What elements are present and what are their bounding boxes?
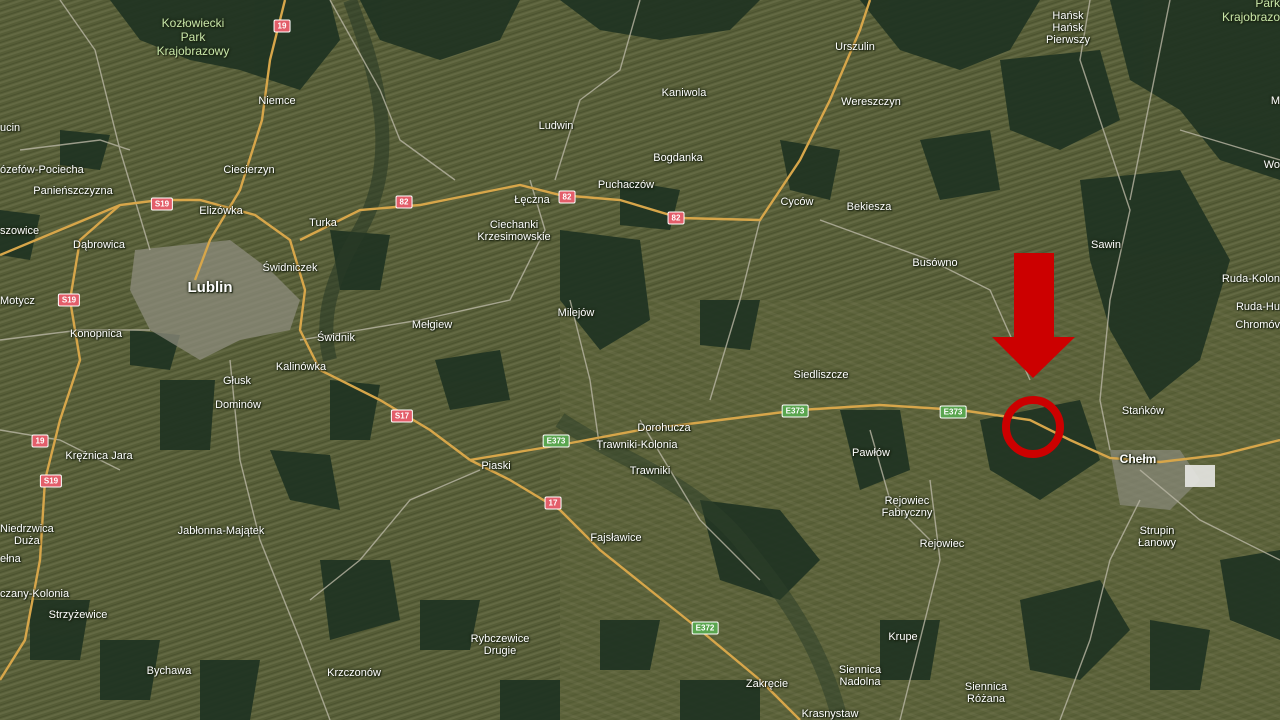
place-label-ruda-kolonia[interactable]: Ruda-Kolon [1222, 273, 1280, 285]
place-label-kaniwola[interactable]: Kaniwola [662, 87, 707, 99]
place-label-cycow[interactable]: Cyców [780, 196, 813, 208]
place-label-jozefow[interactable]: ózefów-Pociecha [0, 164, 84, 176]
place-label-milejow[interactable]: Milejów [558, 307, 595, 319]
place-label-swidniczek[interactable]: Świdniczek [262, 262, 317, 274]
place-label-puchaczow[interactable]: Puchaczów [598, 179, 654, 191]
place-label-m-edge[interactable]: M [1271, 95, 1280, 107]
place-label-melgiew[interactable]: Mełgiew [412, 319, 452, 331]
road-shield-17: 17 [544, 496, 562, 510]
place-label-krasnystaw[interactable]: Krasnystaw [802, 708, 859, 720]
map-imagery [0, 0, 1280, 720]
place-label-szowice[interactable]: szowice [0, 225, 39, 237]
road-shield-e373: E373 [781, 404, 809, 418]
place-label-niemce[interactable]: Niemce [258, 95, 295, 107]
place-label-ciechanki[interactable]: Ciechanki Krzesimowskie [477, 219, 550, 243]
place-label-rejowiec-fabryczny[interactable]: Rejowiec Fabryczny [882, 495, 933, 519]
satellite-map[interactable]: Kozłowiecki Park Krajobrazowy Park Krajo… [0, 0, 1280, 720]
place-label-leczna[interactable]: Łęczna [514, 194, 549, 206]
place-label-piaski[interactable]: Piaski [481, 460, 510, 472]
place-label-bogdanka[interactable]: Bogdanka [653, 152, 703, 164]
place-label-siennica-nadolna[interactable]: Siennica Nadolna [839, 664, 881, 688]
place-label-niedrzwica[interactable]: Niedrzwica Duża [0, 523, 54, 547]
place-label-panienszczyzna[interactable]: Panieńszczyzna [33, 185, 113, 197]
place-label-siennica-rozana[interactable]: Siennica Różana [965, 681, 1007, 705]
place-label-rybczewice[interactable]: Rybczewice Drugie [471, 633, 530, 657]
place-label-ucin[interactable]: ucin [0, 122, 20, 134]
place-label-pawlow[interactable]: Pawłów [852, 447, 890, 459]
place-label-bychawa[interactable]: Bychawa [147, 665, 192, 677]
place-label-czany-kolonia[interactable]: czany-Kolonia [0, 588, 69, 600]
place-label-wereszczyn[interactable]: Wereszczyn [841, 96, 901, 108]
road-shield-19: 19 [273, 19, 291, 33]
place-label-sawin[interactable]: Sawin [1091, 239, 1121, 251]
place-label-kozlowiecki[interactable]: Kozłowiecki Park Krajobrazowy [157, 16, 230, 58]
place-label-elna[interactable]: ełna [0, 553, 21, 565]
road-shield-s17: S17 [390, 409, 414, 423]
place-label-trawniki[interactable]: Trawniki [630, 465, 671, 477]
place-label-chelm[interactable]: Chełm [1120, 453, 1157, 465]
place-label-swidnik[interactable]: Świdnik [317, 332, 355, 344]
place-label-urszulin[interactable]: Urszulin [835, 41, 875, 53]
place-label-park-krajobrazo[interactable]: Park Krajobrazo [1222, 0, 1280, 24]
place-label-busowno[interactable]: Busówno [912, 257, 957, 269]
place-label-krzczonow[interactable]: Krzczonów [327, 667, 381, 679]
road-shield-e373: E373 [939, 405, 967, 419]
place-label-glusk[interactable]: Głusk [223, 375, 251, 387]
road-shield-19: 19 [31, 434, 49, 448]
place-label-krznica-jara[interactable]: Krężnica Jara [65, 450, 132, 462]
place-label-bekiesza[interactable]: Bekiesza [847, 201, 892, 213]
place-label-kalinowka[interactable]: Kalinówka [276, 361, 326, 373]
place-label-motycz[interactable]: Motycz [0, 295, 35, 307]
place-label-trawniki-kolonia[interactable]: Trawniki-Kolonia [597, 439, 678, 451]
place-label-ciecierzyn[interactable]: Ciecierzyn [223, 164, 274, 176]
place-label-zakrecie[interactable]: Zakręcie [746, 678, 788, 690]
place-label-dominow[interactable]: Dominów [215, 399, 261, 411]
place-label-fajslawice[interactable]: Fajsławice [590, 532, 641, 544]
place-label-dabrowica[interactable]: Dąbrowica [73, 239, 125, 251]
place-label-dorohucza[interactable]: Dorohucza [637, 422, 690, 434]
place-label-stankow[interactable]: Stańków [1122, 405, 1164, 417]
place-label-chromow[interactable]: Chromóv [1235, 319, 1280, 331]
road-shield-s19: S19 [57, 293, 81, 307]
road-shield-82: 82 [558, 190, 576, 204]
road-shield-82: 82 [395, 195, 413, 209]
place-label-elizowka[interactable]: Elizówka [199, 205, 242, 217]
place-label-krupe[interactable]: Krupe [888, 631, 917, 643]
place-label-siedliszcze[interactable]: Siedliszcze [793, 369, 848, 381]
place-label-strzyzewice[interactable]: Strzyżewice [49, 609, 108, 621]
road-shield-82: 82 [667, 211, 685, 225]
place-label-ruda-huta[interactable]: Ruda-Hu [1236, 301, 1280, 313]
quarry-white-area [1185, 465, 1215, 487]
place-label-ludwin[interactable]: Ludwin [539, 120, 574, 132]
road-shield-s19: S19 [39, 474, 63, 488]
place-label-turka[interactable]: Turka [309, 217, 337, 229]
place-label-hansk[interactable]: Hańsk Hańsk Pierwszy [1046, 10, 1090, 46]
place-label-konopnica[interactable]: Konopnica [70, 328, 122, 340]
place-label-rejowiec[interactable]: Rejowiec [920, 538, 965, 550]
place-label-lublin[interactable]: Lublin [188, 280, 233, 296]
place-label-strupin[interactable]: Strupin Łanowy [1138, 525, 1176, 549]
place-label-wola[interactable]: Wo [1264, 159, 1280, 171]
road-shield-e373: E373 [542, 434, 570, 448]
road-shield-e372: E372 [691, 621, 719, 635]
road-shield-s19: S19 [150, 197, 174, 211]
place-label-jablonna[interactable]: Jabłonna-Majątek [178, 525, 265, 537]
